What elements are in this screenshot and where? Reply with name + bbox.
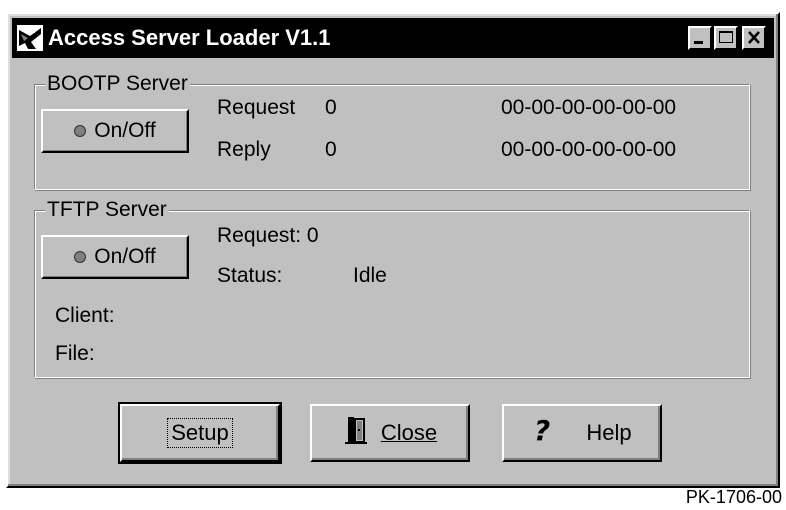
tftp-server-legend: TFTP Server <box>45 197 169 223</box>
bootp-request-count: 0 <box>325 96 337 119</box>
bootp-server-legend: BOOTP Server <box>45 71 190 97</box>
network-card-icon <box>16 24 44 52</box>
close-window-button[interactable] <box>742 26 766 50</box>
close-button[interactable]: Close <box>310 404 470 462</box>
window-title: Access Server Loader V1.1 <box>48 25 331 50</box>
bootp-reply-label: Reply <box>217 138 271 161</box>
tftp-server-group: TFTP Server On/Off Request: 0 Status: Id… <box>34 197 750 378</box>
tftp-file-label: File: <box>55 342 95 365</box>
close-button-label: Close <box>380 420 438 445</box>
maximize-icon <box>719 31 733 43</box>
tftp-status-label: Status: <box>217 264 283 287</box>
tftp-onoff-label: On/Off <box>94 245 156 268</box>
bootp-reply-mac: 00-00-00-00-00-00 <box>501 138 677 161</box>
setup-button[interactable]: Setup <box>118 402 282 464</box>
bootp-onoff-label: On/Off <box>94 119 156 142</box>
bootp-server-group: BOOTP Server On/Off Request 0 00-00-00-0… <box>34 71 750 190</box>
bootp-request-label: Request <box>217 96 296 119</box>
help-button-label: Help <box>586 420 632 445</box>
svg-text:?: ? <box>534 415 550 445</box>
door-exit-icon <box>343 415 369 451</box>
app-window: Access Server Loader V1.1 BOOTP Server O… <box>6 12 780 488</box>
figure-code: PK-1706-00 <box>685 487 782 507</box>
bootp-onoff-button[interactable]: On/Off <box>41 109 189 153</box>
led-indicator-icon <box>74 251 87 263</box>
help-button[interactable]: ? Help <box>502 404 662 462</box>
minimize-icon <box>694 41 703 44</box>
tftp-status-value: Idle <box>353 264 387 287</box>
led-indicator-icon <box>74 125 87 137</box>
maximize-button[interactable] <box>714 26 738 50</box>
tftp-onoff-button[interactable]: On/Off <box>41 235 189 279</box>
question-mark-icon: ? <box>532 414 554 451</box>
tftp-request-label: Request: 0 <box>217 224 319 247</box>
tftp-client-label: Client: <box>55 304 115 327</box>
minimize-button[interactable] <box>688 26 712 50</box>
bootp-reply-count: 0 <box>325 138 337 161</box>
close-icon <box>748 31 760 44</box>
bootp-request-mac: 00-00-00-00-00-00 <box>501 96 677 119</box>
title-bar[interactable]: Access Server Loader V1.1 <box>12 18 774 58</box>
setup-button-label: Setup <box>167 418 233 448</box>
